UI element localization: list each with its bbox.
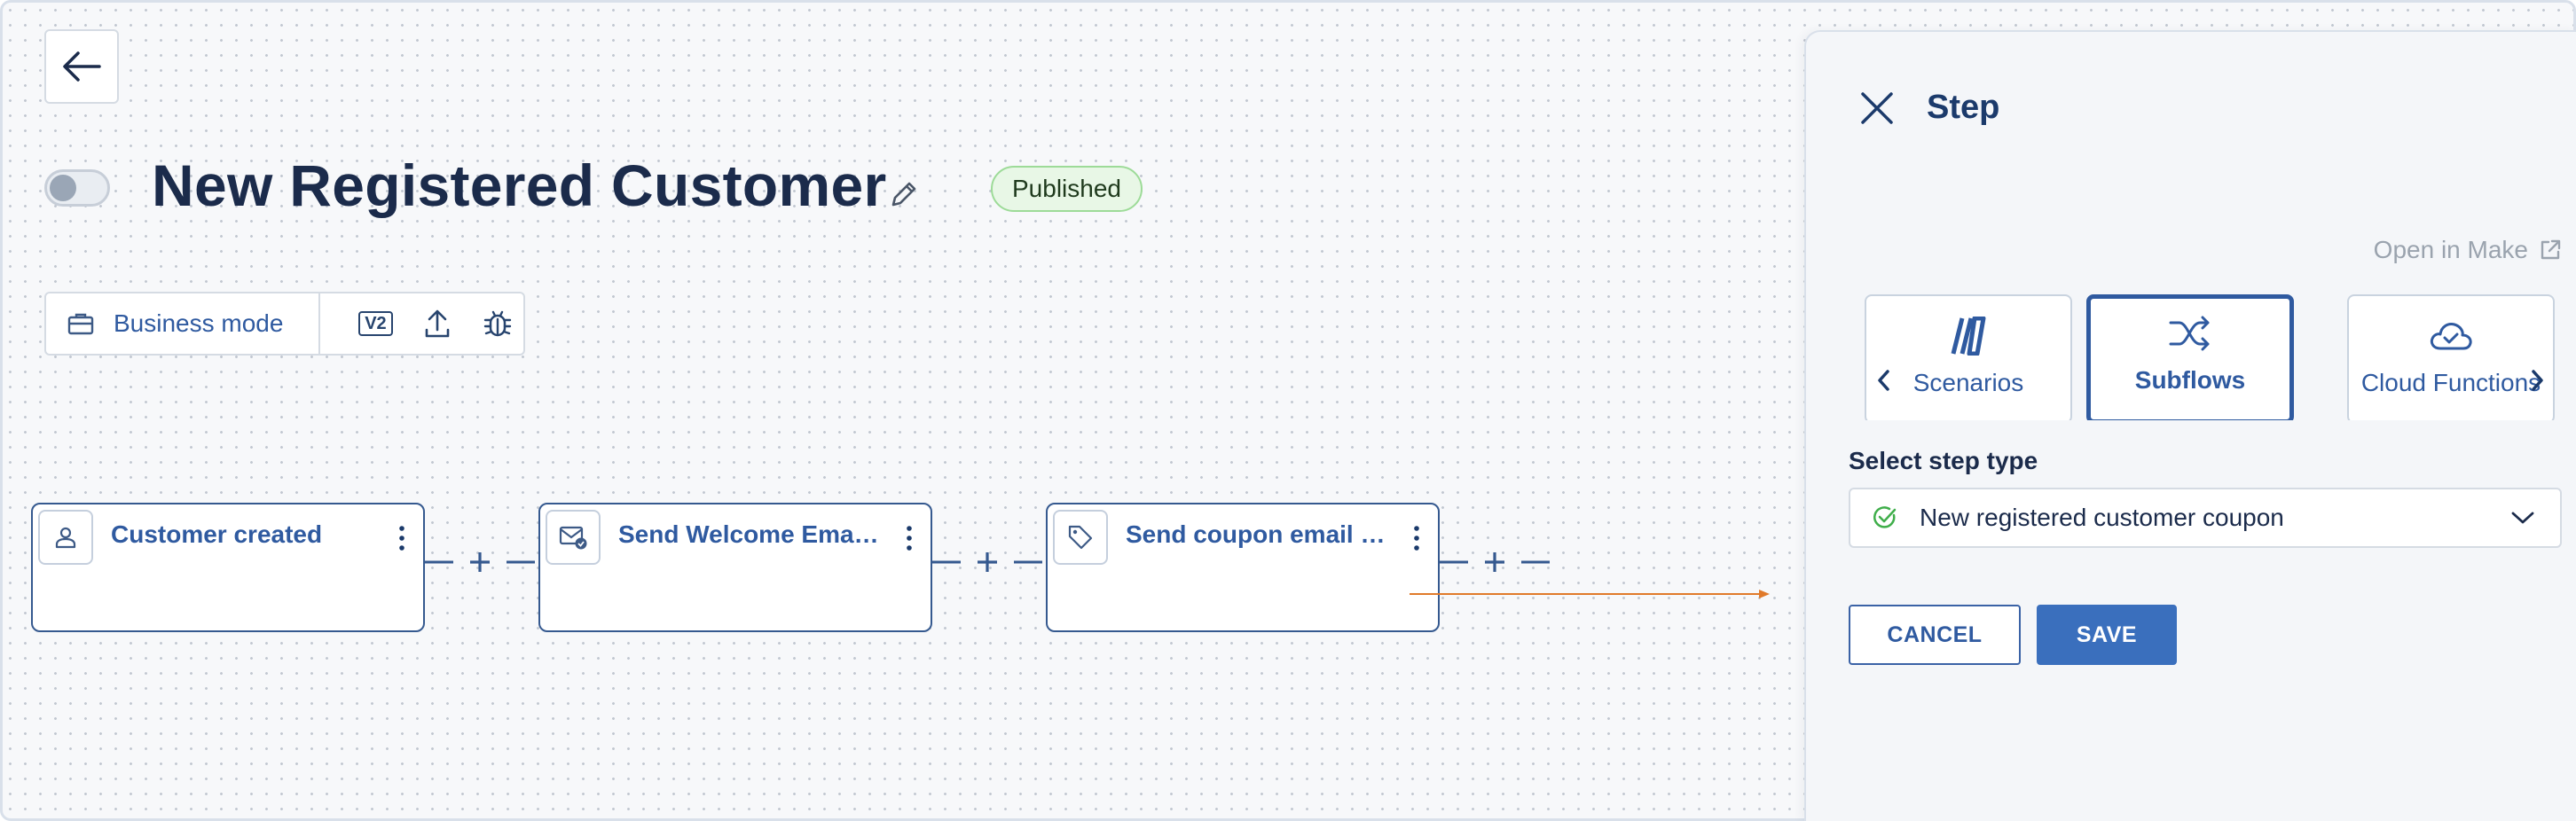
step-type-label: Subflows — [2134, 366, 2246, 394]
chevron-left-icon[interactable] — [1873, 367, 1895, 394]
step-panel: Step Open in Make Scenarios Subflows Clo… — [1804, 30, 2576, 821]
node-title: Customer created — [111, 520, 323, 548]
node-title: Send Welcome Email to Customer — [618, 520, 884, 548]
step-type-label: Cloud Functions — [2360, 369, 2541, 396]
upload-icon — [426, 309, 450, 338]
step-type-select[interactable]: New registered customer coupon — [1849, 488, 2562, 548]
node-icon-box — [1053, 510, 1108, 565]
workflow-enabled-toggle[interactable] — [44, 169, 110, 207]
select-step-type-label: Select step type — [1849, 447, 2038, 474]
cloud-icon — [2427, 312, 2475, 360]
step-type-label: Scenarios — [1912, 369, 2024, 396]
debug-button[interactable] — [478, 304, 517, 343]
step-type-subflows[interactable]: Subflows — [2086, 294, 2294, 420]
status-badge: Published — [991, 166, 1143, 212]
add-step-plus-icon[interactable] — [1485, 552, 1504, 572]
kebab-menu-icon[interactable] — [395, 524, 409, 552]
node-title: Send coupon email via Klaviyo — [1126, 520, 1392, 548]
arrow-left-icon — [63, 51, 101, 82]
node-connector — [1440, 552, 1550, 572]
version-icon: V2 — [358, 311, 393, 336]
back-button[interactable] — [44, 29, 119, 104]
scenarios-icon — [1944, 312, 1992, 360]
check-circle-icon — [1873, 506, 1897, 528]
external-link-icon — [2541, 239, 2561, 260]
node-connector — [932, 552, 1042, 572]
chevron-right-icon[interactable] — [2526, 367, 2548, 394]
kebab-menu-icon[interactable] — [902, 524, 916, 552]
business-mode-label: Business mode — [114, 309, 284, 337]
shuffle-icon — [2166, 309, 2214, 357]
upload-button[interactable] — [418, 304, 457, 343]
briefcase-icon — [67, 313, 94, 335]
tag-icon — [1068, 525, 1093, 550]
chevron-down-icon — [2511, 512, 2534, 524]
node-icon-box — [546, 510, 601, 565]
workflow-node-customer-created[interactable]: Customer created — [31, 503, 425, 632]
bug-icon — [484, 310, 512, 337]
save-button[interactable]: SAVE — [2037, 605, 2177, 665]
close-icon[interactable] — [1856, 87, 1898, 129]
canvas-toolbar: Business mode V2 — [44, 292, 525, 356]
person-icon — [55, 527, 76, 549]
open-in-make-link[interactable]: Open in Make — [2374, 236, 2562, 264]
version-button[interactable]: V2 — [354, 304, 397, 343]
step-type-carousel: Scenarios Subflows Cloud Functions — [1865, 285, 2558, 420]
workflow-node-send-coupon-email[interactable]: Send coupon email via Klaviyo — [1046, 503, 1440, 632]
step-type-scenarios[interactable]: Scenarios — [1865, 294, 2072, 420]
add-step-plus-icon[interactable] — [470, 552, 490, 572]
drag-connection-arrow — [1410, 590, 1770, 598]
workflow-title: New Registered Customer — [152, 152, 887, 218]
selected-step-value: New registered customer coupon — [1920, 504, 2284, 531]
email-icon — [559, 526, 587, 550]
node-icon-box — [38, 510, 93, 565]
workflow-node-send-welcome-email[interactable]: Send Welcome Email to Customer — [538, 503, 932, 632]
pencil-icon[interactable] — [886, 176, 922, 212]
toggle-knob — [50, 175, 76, 201]
cancel-button[interactable]: CANCEL — [1849, 605, 2021, 665]
kebab-menu-icon[interactable] — [1410, 524, 1424, 552]
step-type-cloud-functions[interactable]: Cloud Functions — [2347, 294, 2555, 420]
business-mode-button[interactable]: Business mode — [46, 293, 321, 354]
open-in-make-label: Open in Make — [2373, 236, 2528, 263]
node-connector — [425, 552, 535, 572]
panel-title: Step — [1927, 89, 2000, 126]
add-step-plus-icon[interactable] — [978, 552, 997, 572]
